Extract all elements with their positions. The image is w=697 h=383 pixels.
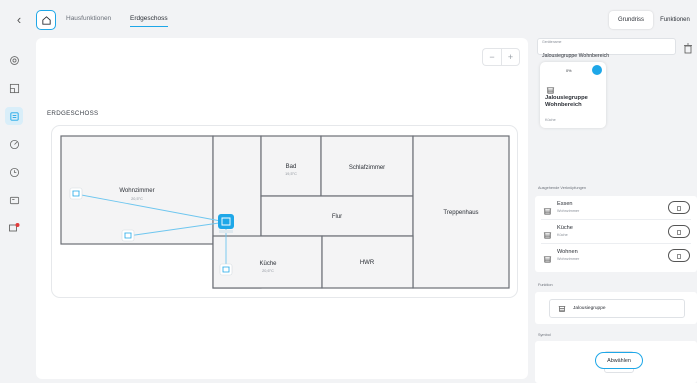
connection-name: Essen (557, 201, 573, 207)
connection-room: Küche (557, 233, 568, 237)
device-icon[interactable] (5, 107, 23, 125)
sidebar (0, 40, 28, 383)
room-label-wohnzimmer: Wohnzimmer (119, 188, 154, 194)
clock-icon[interactable] (5, 163, 23, 181)
room-label-flur: Flur (332, 214, 342, 220)
connection-name: Küche (557, 225, 573, 231)
connection-room: Wohnzimmer (557, 257, 580, 261)
room-temp-bad: 19,5°C (285, 172, 297, 176)
chevron-left-icon[interactable]: ‹ (12, 12, 26, 28)
device-marker-essen (69, 187, 83, 200)
device-name-input[interactable] (542, 53, 671, 59)
list-item: Essen Wohnzimmer (541, 198, 691, 220)
properties-panel: Geräte­name 0% Jalousiegruppe Wohnbereic… (535, 38, 697, 383)
screen-icon[interactable] (5, 191, 23, 209)
room-label-kueche: Küche (259, 261, 277, 267)
trash-icon (677, 205, 681, 211)
device-preview-title: Jalousiegruppe Wohnbereich (545, 95, 588, 108)
zoom-controls: − + (482, 48, 520, 66)
remove-connection-button[interactable] (668, 225, 690, 238)
device-preview-card[interactable]: 0% Jalousiegruppe Wohnbereich Küche (540, 62, 606, 128)
tab-hausfunktionen[interactable]: Hausfunktionen (66, 15, 111, 22)
blind-icon (558, 300, 566, 318)
top-bar: ‹ Hausfunktionen Erdgeschoss Grundriss F… (0, 0, 697, 40)
view-toggle-funktionen[interactable]: Funktionen (653, 11, 697, 29)
floorplan-card: − + ERDGESCHOSS Wohnzimmer 20,5°C Bad 19… (36, 38, 528, 379)
view-toggle-grundriss[interactable]: Grundriss (609, 11, 653, 29)
position-percent: 0% (566, 69, 572, 73)
trash-icon[interactable] (683, 41, 693, 54)
device-name-label: Geräte­name (542, 40, 562, 44)
floor-title: ERDGESCHOSS (47, 110, 99, 117)
room-label-bad: Bad (286, 164, 297, 170)
device-marker-selected (218, 214, 234, 233)
trash-icon (677, 253, 681, 259)
list-item: Küche Küche (541, 222, 691, 244)
zoom-out-button[interactable]: − (482, 48, 501, 66)
blind-icon (543, 251, 552, 269)
blind-icon (543, 227, 552, 245)
deselect-button[interactable]: Abwählen (595, 352, 643, 369)
house-icon[interactable] (36, 10, 56, 30)
room-temp-kueche: 20,6°C (262, 269, 274, 273)
connection-name: Wohnen (557, 249, 578, 255)
tab-erdgeschoss[interactable]: Erdgeschoss (130, 15, 168, 27)
function-value: Jalousiegruppe (573, 306, 606, 311)
remove-connection-button[interactable] (668, 249, 690, 262)
blind-icon (543, 203, 552, 221)
connections-title: Ausgehende Verknüpfungen (538, 186, 586, 190)
trash-icon (677, 229, 681, 235)
connections-list: Essen Wohnzimmer Küche Küche Wohnen Wohn… (535, 196, 697, 272)
position-indicator (592, 65, 602, 75)
floorplan-canvas: Wohnzimmer 20,5°C Bad 19,5°C Schlafzimme… (60, 135, 510, 289)
function-title: Funktion (538, 283, 553, 287)
view-toggle: Grundriss Funktionen (609, 11, 697, 29)
symbol-title: Symbol (538, 333, 551, 337)
function-section: Jalousiegruppe (535, 292, 697, 324)
remove-connection-button[interactable] (668, 201, 690, 214)
zoom-in-button[interactable]: + (501, 48, 520, 66)
function-select[interactable]: Jalousiegruppe (549, 299, 685, 318)
floorplan-frame: Wohnzimmer 20,5°C Bad 19,5°C Schlafzimme… (51, 125, 518, 298)
device-marker-wohnen (121, 229, 135, 242)
room-label-hwr: HWR (360, 260, 375, 266)
list-item: Wohnen Wohnzimmer (541, 246, 691, 268)
settings-icon[interactable] (5, 51, 23, 69)
connection-room: Wohnzimmer (557, 209, 580, 213)
network-alert-icon[interactable] (5, 219, 23, 237)
device-preview-room: Küche (545, 118, 556, 122)
floorplan-icon[interactable] (5, 79, 23, 97)
room-label-schlafzimmer: Schlafzimmer (349, 165, 385, 171)
room-label-treppenhaus: Treppenhaus (443, 210, 478, 216)
room-temp-wohnzimmer: 20,5°C (131, 197, 143, 201)
compass-icon[interactable] (5, 135, 23, 153)
device-marker-kueche (219, 263, 233, 276)
device-name-field[interactable]: Geräte­name (537, 38, 676, 59)
